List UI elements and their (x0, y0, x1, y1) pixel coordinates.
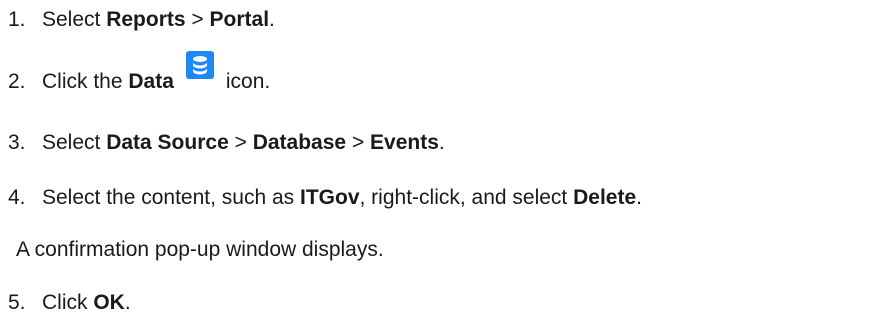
step-text: Select the content, such as (42, 186, 300, 209)
database-icon (185, 51, 214, 79)
ok-label: OK (93, 291, 125, 314)
step-text-end: . (438, 131, 445, 154)
step-5: 5. Click OK. (8, 290, 131, 316)
step-1: 1. Select Reports > Portal. (8, 7, 275, 33)
menu-data-source: Data Source (106, 131, 229, 154)
step-text: Select (42, 8, 107, 31)
step-text-end: icon. (225, 70, 271, 93)
menu-portal: Portal (209, 8, 270, 31)
step-text-end: . (269, 8, 275, 31)
menu-database: Database (252, 131, 347, 154)
step-text: Click (42, 291, 94, 314)
step-text-middle: , right-click, and select (359, 186, 574, 209)
step-text: Select (42, 131, 107, 154)
step-text: Click the (42, 70, 129, 93)
path-separator: > (191, 8, 204, 31)
step-number: 1. (8, 8, 26, 31)
step-4: 4. Select the content, such as ITGov, rig… (8, 185, 642, 211)
step-3: 3. Select Data Source > Database > Events… (8, 130, 445, 156)
menu-events: Events (370, 131, 439, 154)
step-2: 2. Click the Data icon. (8, 51, 271, 95)
content-itgov: ITGov (300, 186, 360, 209)
step-number: 4. (8, 186, 26, 209)
instruction-list: 1. Select Reports > Portal. 2. Click the D… (0, 0, 880, 322)
step-text-end: . (636, 186, 642, 209)
path-separator: > (351, 131, 365, 154)
menu-reports: Reports (106, 8, 186, 31)
step-number: 3. (8, 131, 26, 154)
menu-delete: Delete (573, 186, 637, 209)
step-4-note: A confirmation pop-up window displays. (16, 238, 384, 261)
step-number: 5. (8, 291, 26, 314)
step-text-end: . (124, 291, 131, 314)
data-label: Data (128, 70, 174, 93)
path-separator: > (234, 131, 247, 154)
step-number: 2. (8, 70, 26, 93)
